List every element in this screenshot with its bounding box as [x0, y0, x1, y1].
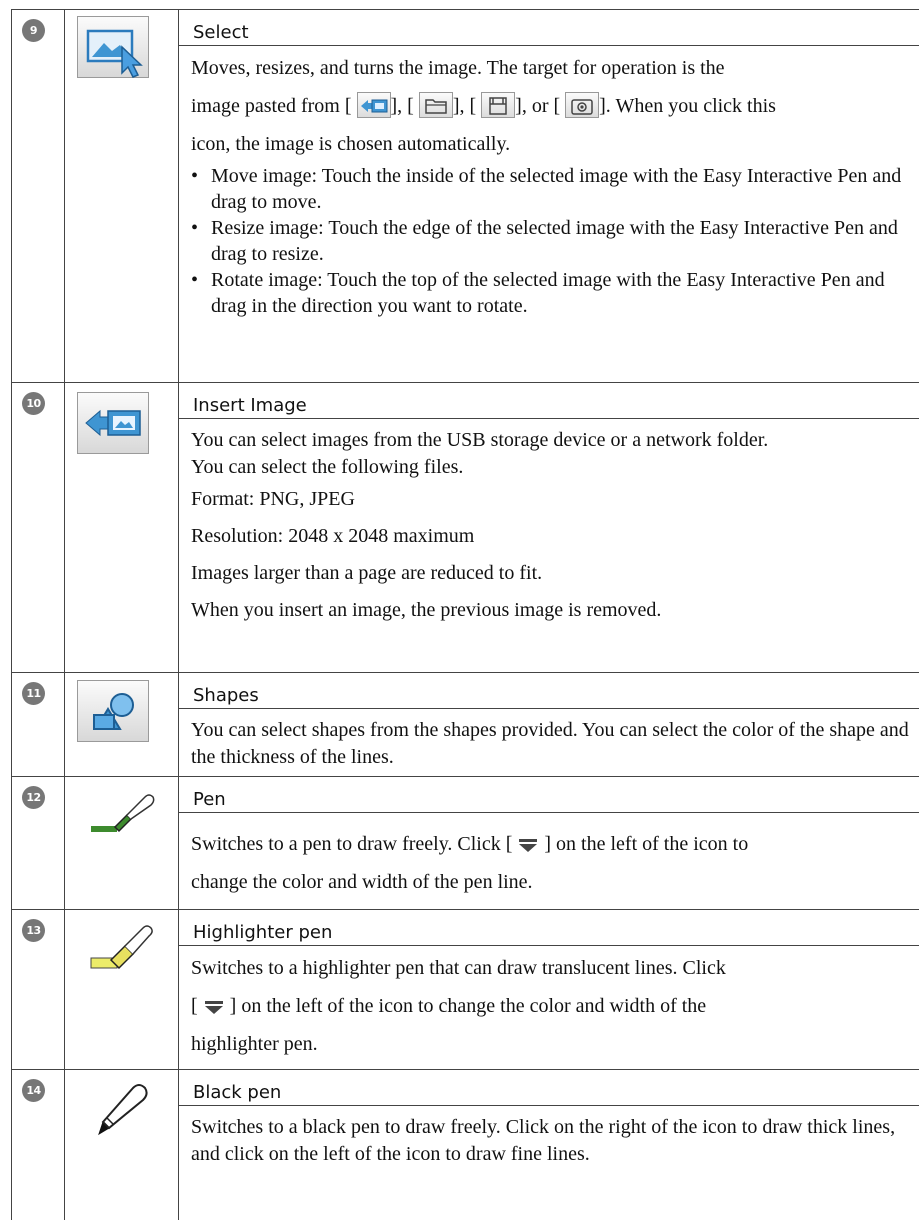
- tool-description: You can select images from the USB stora…: [191, 429, 769, 621]
- item-number-badge: 13: [22, 919, 45, 942]
- tool-description: Switches to a highlighter pen that can d…: [191, 957, 726, 1055]
- tool-title: Pen: [179, 777, 919, 813]
- green-pen-icon: [91, 794, 155, 833]
- item-number-badge: 10: [22, 392, 45, 415]
- tool-title: Insert Image: [179, 383, 919, 419]
- item-number-badge: 11: [22, 682, 45, 705]
- list-item: Rotate image: Touch the top of the selec…: [191, 267, 912, 319]
- shapes-icon: [77, 680, 149, 742]
- tool-description: Moves, resizes, and turns the image. The…: [179, 46, 919, 325]
- tool-description: Switches to a pen to draw freely. Click …: [191, 833, 749, 893]
- highlighter-pen-icon: [90, 925, 153, 970]
- list-item: Move image: Touch the inside of the sele…: [191, 163, 912, 215]
- item-number-badge: 12: [22, 786, 45, 809]
- tool-description: You can select shapes from the shapes pr…: [191, 719, 909, 768]
- tool-title: Black pen: [179, 1070, 919, 1106]
- list-item: Resize image: Touch the edge of the sele…: [191, 215, 912, 267]
- item-number-badge: 14: [22, 1079, 45, 1102]
- tool-description: Switches to a black pen to draw freely. …: [191, 1116, 896, 1165]
- tool-title: Shapes: [179, 673, 919, 709]
- dropdown-arrow-icon: [519, 839, 538, 853]
- scanner-icon: [481, 92, 516, 119]
- tool-description-table: 9 Select Moves, resizes, and turns the i…: [11, 9, 919, 1220]
- tool-title: Select: [179, 10, 919, 46]
- tool-title: Highlighter pen: [179, 910, 919, 946]
- table-row: 14 Black pen Switches to a black pen to …: [12, 1070, 919, 1220]
- table-row: 9 Select Moves, resizes, and turns the i…: [12, 10, 919, 383]
- black-pen-icon: [98, 1084, 148, 1136]
- table-row: 10 Insert Image You can select images fr…: [12, 383, 919, 673]
- table-row: 12 Pen Switches to a pen to draw freely.…: [12, 777, 919, 910]
- select-image-icon: [77, 16, 149, 78]
- table-row: 13 Highlighter pen Switches to a highlig…: [12, 910, 919, 1070]
- dropdown-arrow-icon: [204, 1001, 223, 1015]
- insert-image-icon: [77, 392, 149, 454]
- table-row: 11 Shapes You can select shapes from the…: [12, 673, 919, 777]
- item-number-badge: 9: [22, 19, 45, 42]
- folder-icon: [418, 92, 453, 119]
- bullet-list: Move image: Touch the inside of the sele…: [191, 163, 912, 319]
- camera-icon: [565, 92, 600, 119]
- insert-image-icon: [356, 92, 391, 119]
